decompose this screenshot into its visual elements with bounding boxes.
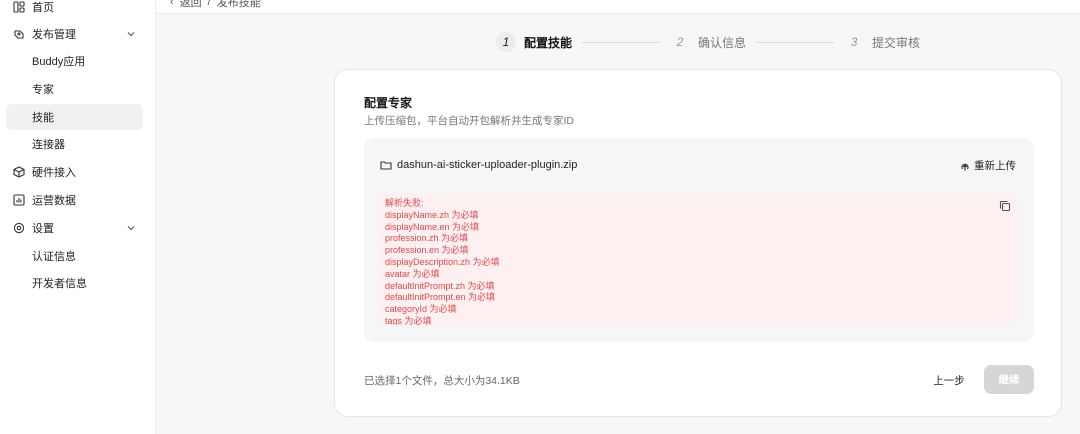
error-line: profession.en 为必填 xyxy=(385,245,469,256)
chevron-down-icon xyxy=(127,226,135,231)
error-line: profession.zh 为必填 xyxy=(385,233,469,244)
sidebar-item-hardware[interactable]: 硬件接入 xyxy=(6,159,143,185)
reupload-label: 重新上传 xyxy=(974,160,1016,172)
error-line: displayDescription.zh 为必填 xyxy=(385,256,500,267)
error-line: tags 为必填 xyxy=(385,315,432,325)
back-icon[interactable]: ‹ xyxy=(170,0,174,8)
step-label: 确认信息 xyxy=(698,35,747,50)
chevron-down-icon xyxy=(127,32,135,37)
breadcrumb-separator: / xyxy=(207,0,211,8)
dashboard-icon xyxy=(12,0,26,14)
card-title: 配置专家 xyxy=(364,96,413,110)
sidebar-item-label: 设置 xyxy=(32,223,54,235)
sidebar-item-certification[interactable]: 认证信息 xyxy=(6,243,143,269)
app-root: 首页 发布管理 Buddy应用 专家 技能 连接器 硬件接入 运营数据 设置 认… xyxy=(0,0,1080,434)
page-title: 发布技能 xyxy=(216,0,261,9)
cube-icon xyxy=(12,165,26,179)
error-line: avatar 为必填 xyxy=(385,268,440,279)
file-name: dashun-ai-sticker-uploader-plugin.zip xyxy=(397,159,578,171)
breadcrumb: ‹ 返回 / 发布技能 xyxy=(170,0,261,10)
error-line: 解析失败: xyxy=(385,198,424,208)
error-line: displayName.en 为必填 xyxy=(385,221,480,232)
error-line: displayName.zh 为必填 xyxy=(385,209,479,220)
sidebar-item-developer-info[interactable]: 开发者信息 xyxy=(6,270,143,296)
upload-area: dashun-ai-sticker-uploader-plugin.zip 重新… xyxy=(364,138,1034,342)
sidebar-item-label: 技能 xyxy=(32,112,54,124)
sidebar-item-label: Buddy应用 xyxy=(32,56,86,68)
back-link[interactable]: 返回 xyxy=(180,0,202,10)
step-label: 配置技能 xyxy=(524,35,573,50)
sidebar-item-label: 硬件接入 xyxy=(32,167,76,179)
step-submit: 3 提交审核 xyxy=(844,32,920,52)
step-connector xyxy=(756,41,835,43)
main-content: ‹ 返回 / 发布技能 1 配置技能 2 确认信息 3 提交审核 配置专家 上传… xyxy=(156,0,1080,434)
file-summary: 已选择1个文件，总大小为34.1KB xyxy=(364,375,520,387)
sidebar-item-label: 专家 xyxy=(32,84,54,96)
sidebar: 首页 发布管理 Buddy应用 专家 技能 连接器 硬件接入 运营数据 设置 认… xyxy=(0,0,156,434)
card-subtitle: 上传压缩包，平台自动开包解析并生成专家ID xyxy=(364,115,574,127)
config-card: 配置专家 上传压缩包，平台自动开包解析并生成专家ID dashun-ai-sti… xyxy=(334,69,1062,417)
copy-icon[interactable] xyxy=(998,199,1012,213)
step-number: 2 xyxy=(676,35,684,49)
sidebar-item-expert[interactable]: 专家 xyxy=(6,76,143,102)
upload-cloud-icon xyxy=(961,163,969,170)
reupload-button[interactable]: 重新上传 xyxy=(959,158,1016,173)
sidebar-item-connector[interactable]: 连接器 xyxy=(6,131,143,157)
error-line: defaultInitPrompt.en 为必填 xyxy=(385,292,496,303)
sidebar-item-label: 认证信息 xyxy=(32,251,76,263)
topbar: ‹ 返回 / 发布技能 xyxy=(156,0,1080,14)
chart-icon xyxy=(12,193,26,207)
error-message-list: 解析失败: displayName.zh 为必填 displayName.en … xyxy=(385,198,500,325)
step-connector xyxy=(582,41,661,43)
sidebar-item-skill[interactable]: 技能 xyxy=(6,104,143,130)
previous-step-button[interactable]: 上一步 xyxy=(919,366,979,394)
sidebar-item-buddy-app[interactable]: Buddy应用 xyxy=(6,48,143,74)
parse-error-panel: 解析失败: displayName.zh 为必填 displayName.en … xyxy=(380,193,1018,325)
step-configure: 1 配置技能 xyxy=(496,32,572,52)
continue-button[interactable]: 继续 xyxy=(984,365,1034,394)
step-label: 提交审核 xyxy=(872,35,921,50)
folder-icon xyxy=(380,161,392,170)
sidebar-item-label: 开发者信息 xyxy=(32,278,87,290)
sidebar-item-home[interactable]: 首页 xyxy=(6,0,143,20)
sidebar-item-publish[interactable]: 发布管理 xyxy=(6,21,143,47)
sidebar-item-label: 首页 xyxy=(32,2,54,14)
sidebar-item-label: 连接器 xyxy=(32,139,65,151)
sidebar-item-label: 发布管理 xyxy=(32,29,76,41)
settings-icon xyxy=(12,221,26,235)
step-number: 3 xyxy=(850,35,858,49)
sidebar-item-settings[interactable]: 设置 xyxy=(6,215,143,241)
error-line: categoryId 为必填 xyxy=(385,304,457,315)
publish-icon xyxy=(12,27,26,41)
uploaded-file: dashun-ai-sticker-uploader-plugin.zip xyxy=(380,159,577,171)
step-confirm: 2 确认信息 xyxy=(670,32,746,52)
sidebar-item-label: 运营数据 xyxy=(32,195,76,207)
sidebar-item-operations[interactable]: 运营数据 xyxy=(6,187,143,213)
stepper: 1 配置技能 2 确认信息 3 提交审核 xyxy=(496,30,920,54)
step-number: 1 xyxy=(496,32,516,52)
error-line: defaultInitPrompt.zh 为必填 xyxy=(385,280,495,291)
